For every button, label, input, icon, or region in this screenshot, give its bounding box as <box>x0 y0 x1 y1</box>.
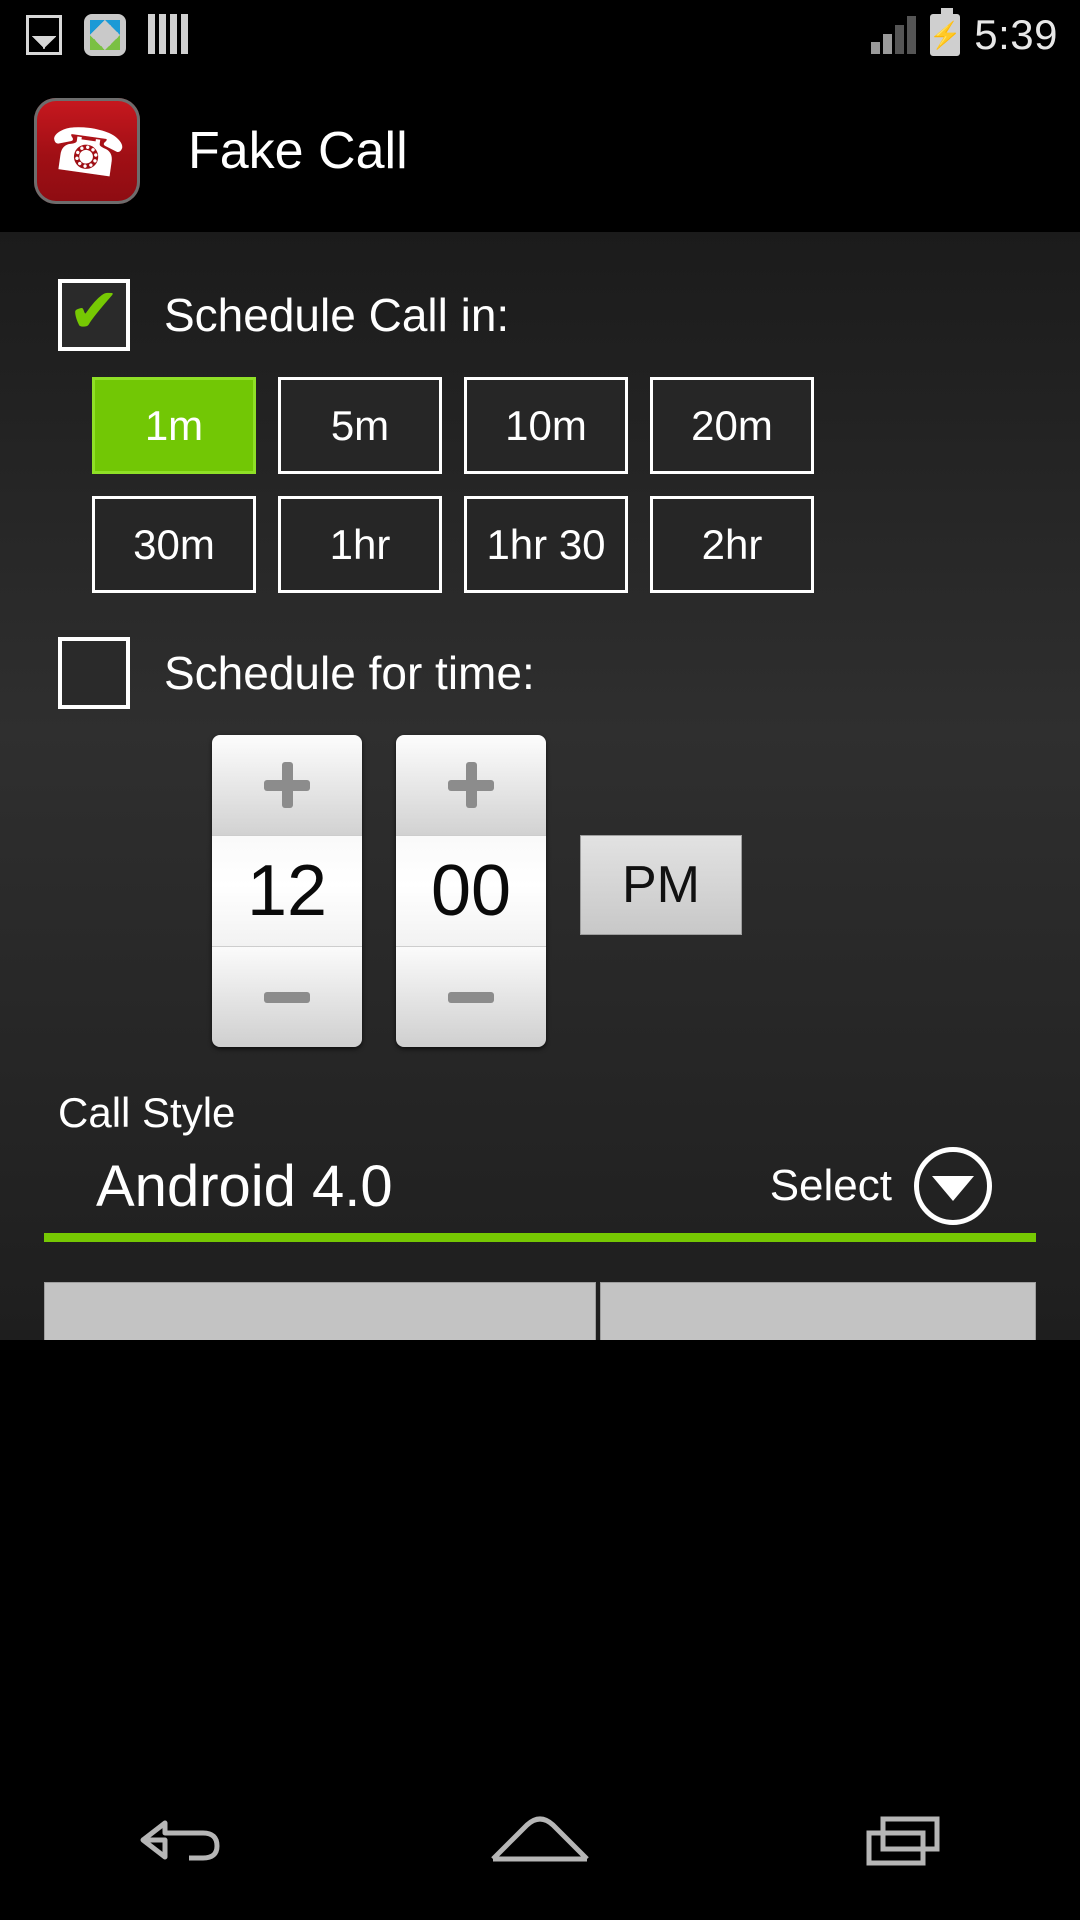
back-icon[interactable] <box>131 1811 223 1869</box>
call-style-select-affordance[interactable]: Select <box>770 1147 1036 1225</box>
chevron-down-circle-icon[interactable] <box>914 1147 992 1225</box>
interval-button-10m[interactable]: 10m <box>464 377 628 474</box>
primary-action-button[interactable] <box>44 1282 596 1340</box>
minute-increment-button[interactable] <box>396 735 546 835</box>
check-icon: ✔ <box>68 277 120 346</box>
schedule-call-in-checkbox[interactable]: ✔ <box>58 279 130 351</box>
recents-icon[interactable] <box>857 1811 949 1869</box>
schedule-call-in-label: Schedule Call in: <box>164 289 510 341</box>
ampm-toggle-button[interactable]: PM <box>580 835 742 935</box>
hour-stepper: 12 <box>212 735 362 1047</box>
main-content: ✔ Schedule Call in: 1m 5m 10m 20m 30m 1h… <box>0 232 1080 1340</box>
home-icon[interactable] <box>485 1811 595 1869</box>
hour-increment-button[interactable] <box>212 735 362 835</box>
action-button-bar <box>44 1282 1036 1340</box>
schedule-for-time-label: Schedule for time: <box>164 647 535 699</box>
secondary-action-button[interactable] <box>600 1282 1036 1340</box>
signal-bars-icon <box>871 16 917 54</box>
interval-button-20m[interactable]: 20m <box>650 377 814 474</box>
call-style-label: Call Style <box>58 1089 236 1136</box>
interval-button-1hr30[interactable]: 1hr 30 <box>464 496 628 593</box>
app-header: ☎ Fake Call <box>0 70 1080 232</box>
schedule-call-in-checkbox-row[interactable]: ✔ Schedule Call in: <box>0 279 1080 351</box>
gallery-icon <box>26 15 62 55</box>
interval-button-5m[interactable]: 5m <box>278 377 442 474</box>
bars-icon <box>148 14 188 56</box>
call-style-select-text: Select <box>769 1161 892 1210</box>
interval-button-1m[interactable]: 1m <box>92 377 256 474</box>
call-style-select[interactable]: Android 4.0 Select <box>44 1147 1036 1242</box>
status-bar-clock: 5:39 <box>974 11 1058 58</box>
schedule-for-time-checkbox-row[interactable]: Schedule for time: <box>0 637 1080 709</box>
interval-button-30m[interactable]: 30m <box>92 496 256 593</box>
interval-button-1hr[interactable]: 1hr <box>278 496 442 593</box>
hour-value[interactable]: 12 <box>212 835 362 947</box>
call-style-value: Android 4.0 <box>96 1153 393 1219</box>
hour-decrement-button[interactable] <box>212 947 362 1047</box>
minute-stepper: 00 <box>396 735 546 1047</box>
status-bar-notification-icons <box>0 14 188 56</box>
xender-app-icon <box>84 14 126 56</box>
system-navigation-bar <box>0 1760 1080 1920</box>
battery-charging-icon <box>930 8 961 56</box>
interval-button-2hr[interactable]: 2hr <box>650 496 814 593</box>
status-bar: 5:39 <box>0 0 1080 70</box>
page-title: Fake Call <box>188 122 408 180</box>
status-bar-system-icons: 5:39 <box>871 8 1080 59</box>
phone-handset-icon: ☎ <box>34 98 140 204</box>
minute-value[interactable]: 00 <box>396 835 546 947</box>
time-picker: 12 00 PM <box>0 735 1080 1047</box>
minute-decrement-button[interactable] <box>396 947 546 1047</box>
interval-button-grid: 1m 5m 10m 20m 30m 1hr 1hr 30 2hr <box>0 377 1080 593</box>
schedule-for-time-checkbox[interactable] <box>58 637 130 709</box>
